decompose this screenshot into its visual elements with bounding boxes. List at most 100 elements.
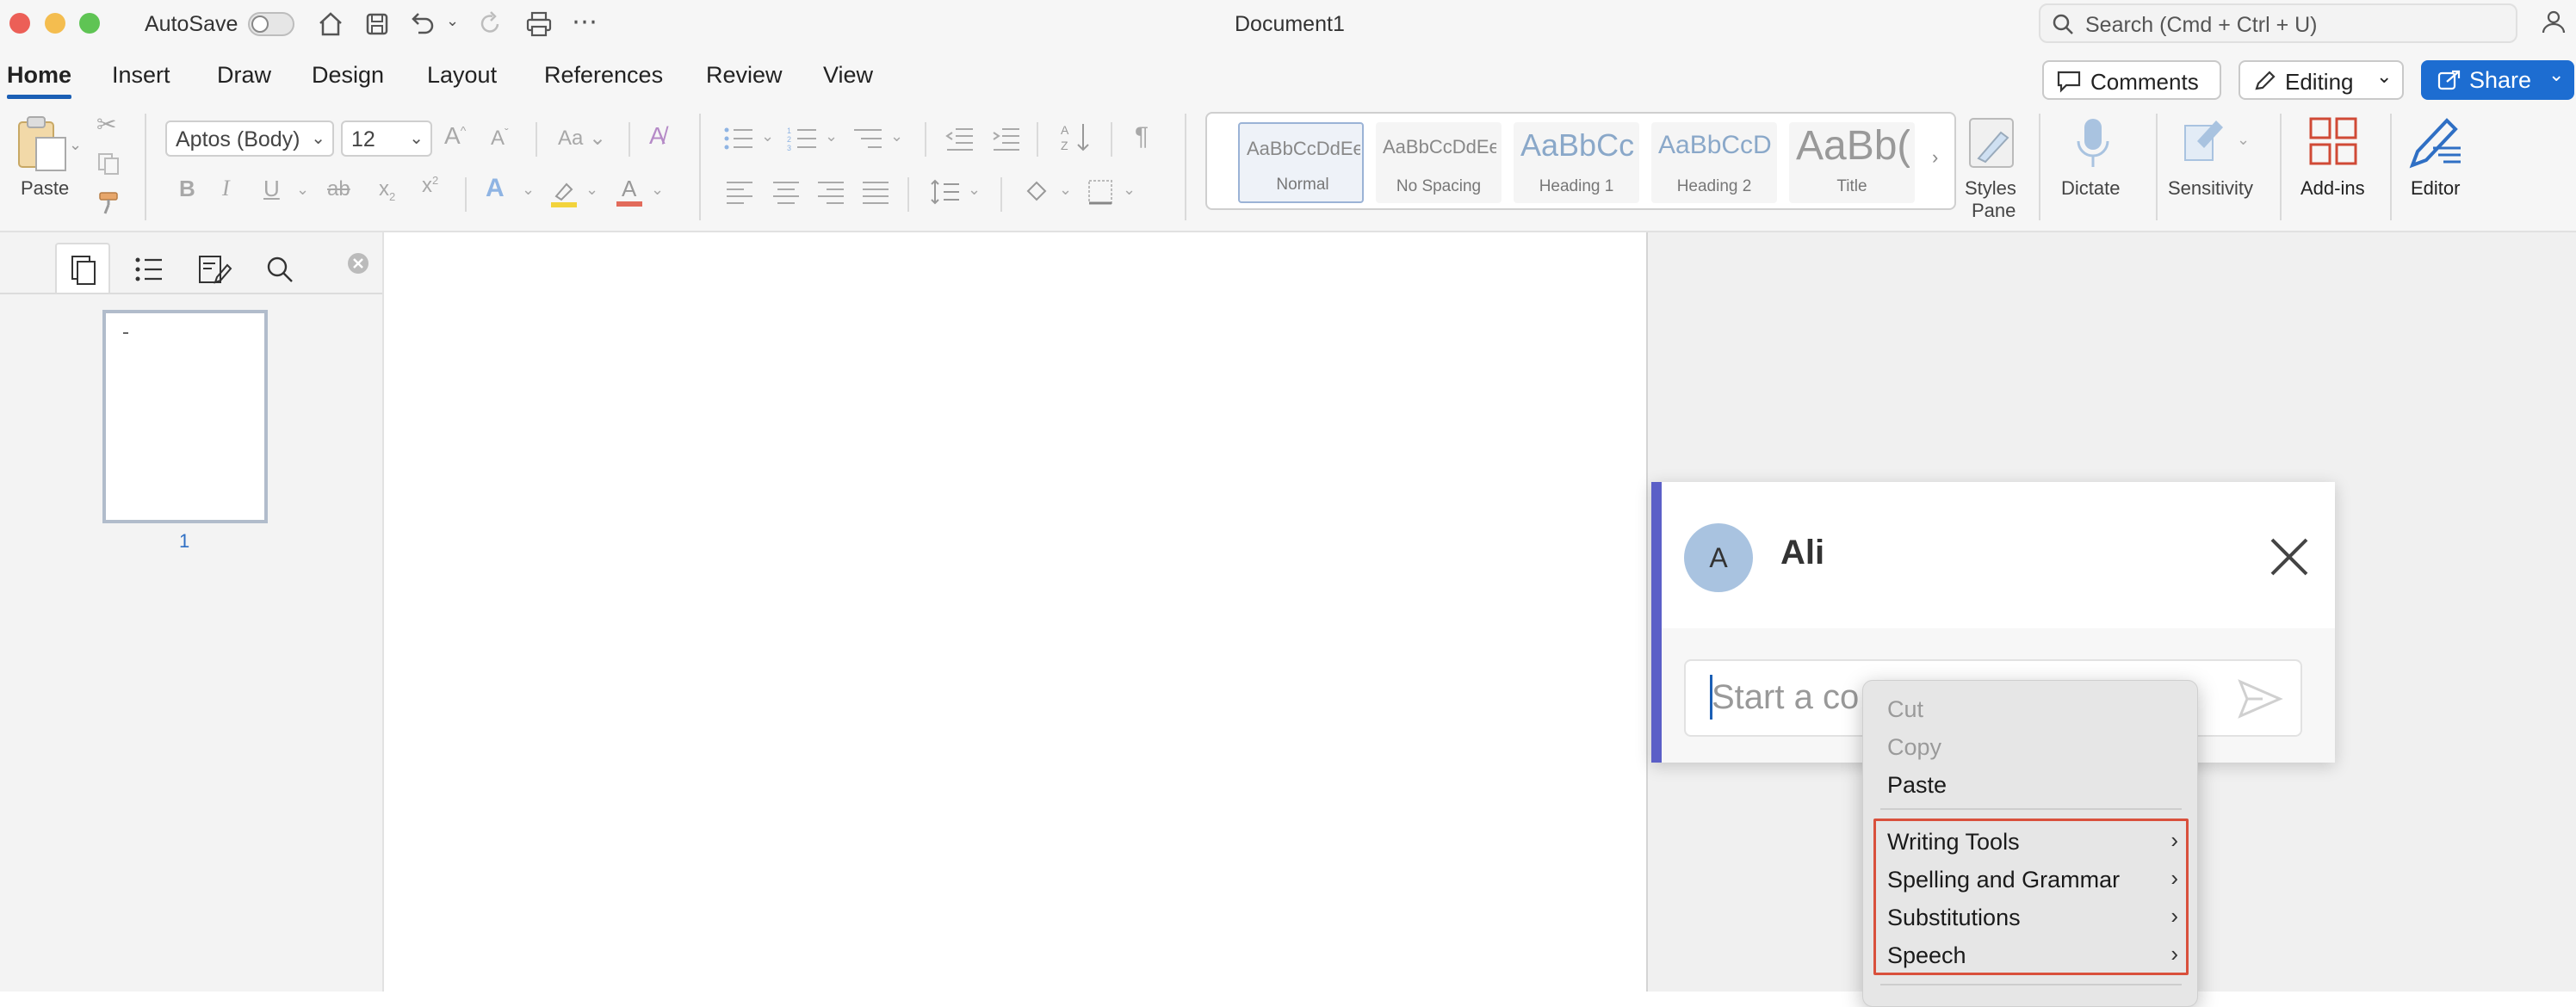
tab-design[interactable]: Design [312, 62, 384, 89]
paste-dropdown-icon[interactable]: ⌄ [69, 136, 82, 154]
undo-dropdown-icon[interactable]: ⌄ [446, 12, 459, 30]
send-icon[interactable] [2237, 678, 2283, 720]
show-formatting-marks-icon[interactable]: ¶ [1135, 122, 1149, 151]
paste-icon[interactable] [14, 114, 69, 174]
search-input[interactable]: Search (Cmd + Ctrl + U) [2039, 3, 2517, 43]
close-pane-icon[interactable] [346, 251, 370, 275]
autosave-toggle[interactable] [248, 12, 294, 36]
share-button[interactable]: Share ⌄ [2421, 60, 2574, 100]
shading-icon[interactable] [1023, 179, 1052, 205]
more-options-icon[interactable]: ⋯ [572, 7, 598, 37]
sort-icon[interactable]: AZ [1059, 120, 1093, 155]
font-name-select[interactable]: Aptos (Body) ⌄ [165, 120, 334, 157]
copy-icon[interactable] [96, 151, 121, 176]
add-ins-icon[interactable] [2307, 115, 2359, 167]
comments-button[interactable]: Comments [2042, 60, 2221, 100]
document-title: Document1 [1235, 12, 1345, 36]
search-icon[interactable] [265, 255, 294, 284]
justify-icon[interactable] [861, 179, 890, 205]
style-heading-1[interactable]: AaBbCc Heading 1 [1514, 122, 1639, 203]
tracked-changes-icon[interactable] [198, 253, 232, 286]
decrease-font-size-icon[interactable]: Aˇ [491, 126, 509, 151]
line-spacing-icon[interactable] [930, 177, 961, 207]
style-no-spacing[interactable]: AaBbCcDdEe No Spacing [1376, 122, 1502, 203]
numbering-dropdown-icon[interactable]: ⌄ [825, 127, 838, 145]
page-thumbnail[interactable] [102, 310, 268, 523]
text-effects-icon[interactable]: A [486, 174, 505, 203]
superscript-icon[interactable]: x2 [422, 174, 438, 198]
bold-icon[interactable]: B [179, 176, 195, 202]
cut-icon[interactable]: ✂ [96, 110, 116, 139]
strikethrough-icon[interactable]: ab [327, 177, 350, 201]
redo-icon[interactable] [475, 9, 506, 40]
align-left-icon[interactable] [725, 179, 754, 205]
line-spacing-dropdown-icon[interactable]: ⌄ [968, 181, 981, 199]
align-right-icon[interactable] [816, 179, 845, 205]
decrease-indent-icon[interactable] [945, 126, 975, 151]
maximize-window-button[interactable] [79, 13, 100, 34]
bullets-dropdown-icon[interactable]: ⌄ [761, 127, 774, 145]
close-window-button[interactable] [9, 13, 30, 34]
menu-item-copy[interactable]: Copy [1887, 734, 1941, 761]
menu-item-substitutions[interactable]: Substitutions [1887, 905, 2021, 931]
chevron-right-icon[interactable]: › [1932, 146, 1938, 169]
tab-draw[interactable]: Draw [217, 62, 271, 89]
tab-references[interactable]: References [544, 62, 663, 89]
borders-icon[interactable] [1087, 179, 1116, 205]
home-icon[interactable] [315, 9, 346, 40]
highlight-dropdown-icon[interactable]: ⌄ [585, 181, 598, 199]
multilevel-dropdown-icon[interactable]: ⌄ [890, 127, 903, 145]
text-effects-dropdown-icon[interactable]: ⌄ [522, 181, 535, 199]
shading-dropdown-icon[interactable]: ⌄ [1059, 181, 1072, 199]
clear-formatting-icon[interactable]: A̸ [649, 122, 666, 150]
multilevel-list-icon[interactable] [852, 126, 883, 151]
print-icon[interactable] [523, 9, 554, 40]
search-icon [2053, 14, 2073, 34]
style-heading-2[interactable]: AaBbCcDd Heading 2 [1651, 122, 1777, 203]
tab-layout[interactable]: Layout [427, 62, 497, 89]
style-normal[interactable]: AaBbCcDdEe Normal [1238, 122, 1364, 203]
change-case-icon[interactable]: Aa ⌄ [558, 126, 606, 151]
bullets-icon[interactable] [723, 126, 754, 151]
sensitivity-icon[interactable] [2182, 115, 2233, 172]
comment-accent-bar [1651, 482, 1662, 763]
save-icon[interactable] [362, 9, 393, 40]
menu-item-spelling-and-grammar[interactable]: Spelling and Grammar [1887, 867, 2120, 893]
tab-view[interactable]: View [823, 62, 873, 89]
italic-icon[interactable]: I [222, 176, 230, 201]
align-center-icon[interactable] [771, 179, 801, 205]
increase-font-size-icon[interactable]: A^ [444, 122, 466, 150]
menu-item-writing-tools[interactable]: Writing Tools [1887, 829, 2020, 856]
borders-dropdown-icon[interactable]: ⌄ [1123, 181, 1136, 199]
increase-indent-icon[interactable] [992, 126, 1021, 151]
menu-item-speech[interactable]: Speech [1887, 942, 1966, 969]
format-painter-icon[interactable] [96, 189, 122, 215]
share-dropdown-icon[interactable]: ⌄ [2548, 64, 2564, 86]
nav-tab-thumbnails[interactable] [55, 243, 110, 294]
highlight-color-icon[interactable] [549, 177, 579, 208]
menu-item-paste[interactable]: Paste [1887, 772, 1947, 799]
close-icon[interactable] [2268, 535, 2311, 578]
document-page[interactable] [384, 232, 1648, 992]
tab-insert[interactable]: Insert [112, 62, 170, 89]
font-color-dropdown-icon[interactable]: ⌄ [651, 181, 664, 199]
subscript-icon[interactable]: x2 [379, 177, 395, 203]
editor-icon[interactable] [2407, 114, 2468, 170]
editing-mode-button[interactable]: Editing ⌄ [2239, 60, 2404, 100]
tab-review[interactable]: Review [706, 62, 783, 89]
undo-icon[interactable] [406, 9, 437, 40]
menu-item-cut[interactable]: Cut [1887, 696, 1923, 723]
font-size-select[interactable]: 12 ⌄ [341, 120, 432, 157]
style-title[interactable]: AaBb( Title [1789, 122, 1915, 203]
account-icon[interactable] [2538, 7, 2569, 38]
tab-home[interactable]: Home [7, 62, 71, 89]
font-color-icon[interactable]: A [615, 174, 644, 208]
sensitivity-dropdown-icon[interactable]: ⌄ [2237, 131, 2250, 149]
numbering-icon[interactable]: 123 [787, 126, 818, 151]
outline-icon[interactable] [134, 255, 164, 284]
styles-pane-icon[interactable] [1966, 115, 2018, 172]
minimize-window-button[interactable] [45, 13, 65, 34]
underline-icon[interactable]: U [263, 176, 280, 202]
underline-dropdown-icon[interactable]: ⌄ [296, 181, 309, 199]
microphone-icon[interactable] [2071, 115, 2115, 172]
